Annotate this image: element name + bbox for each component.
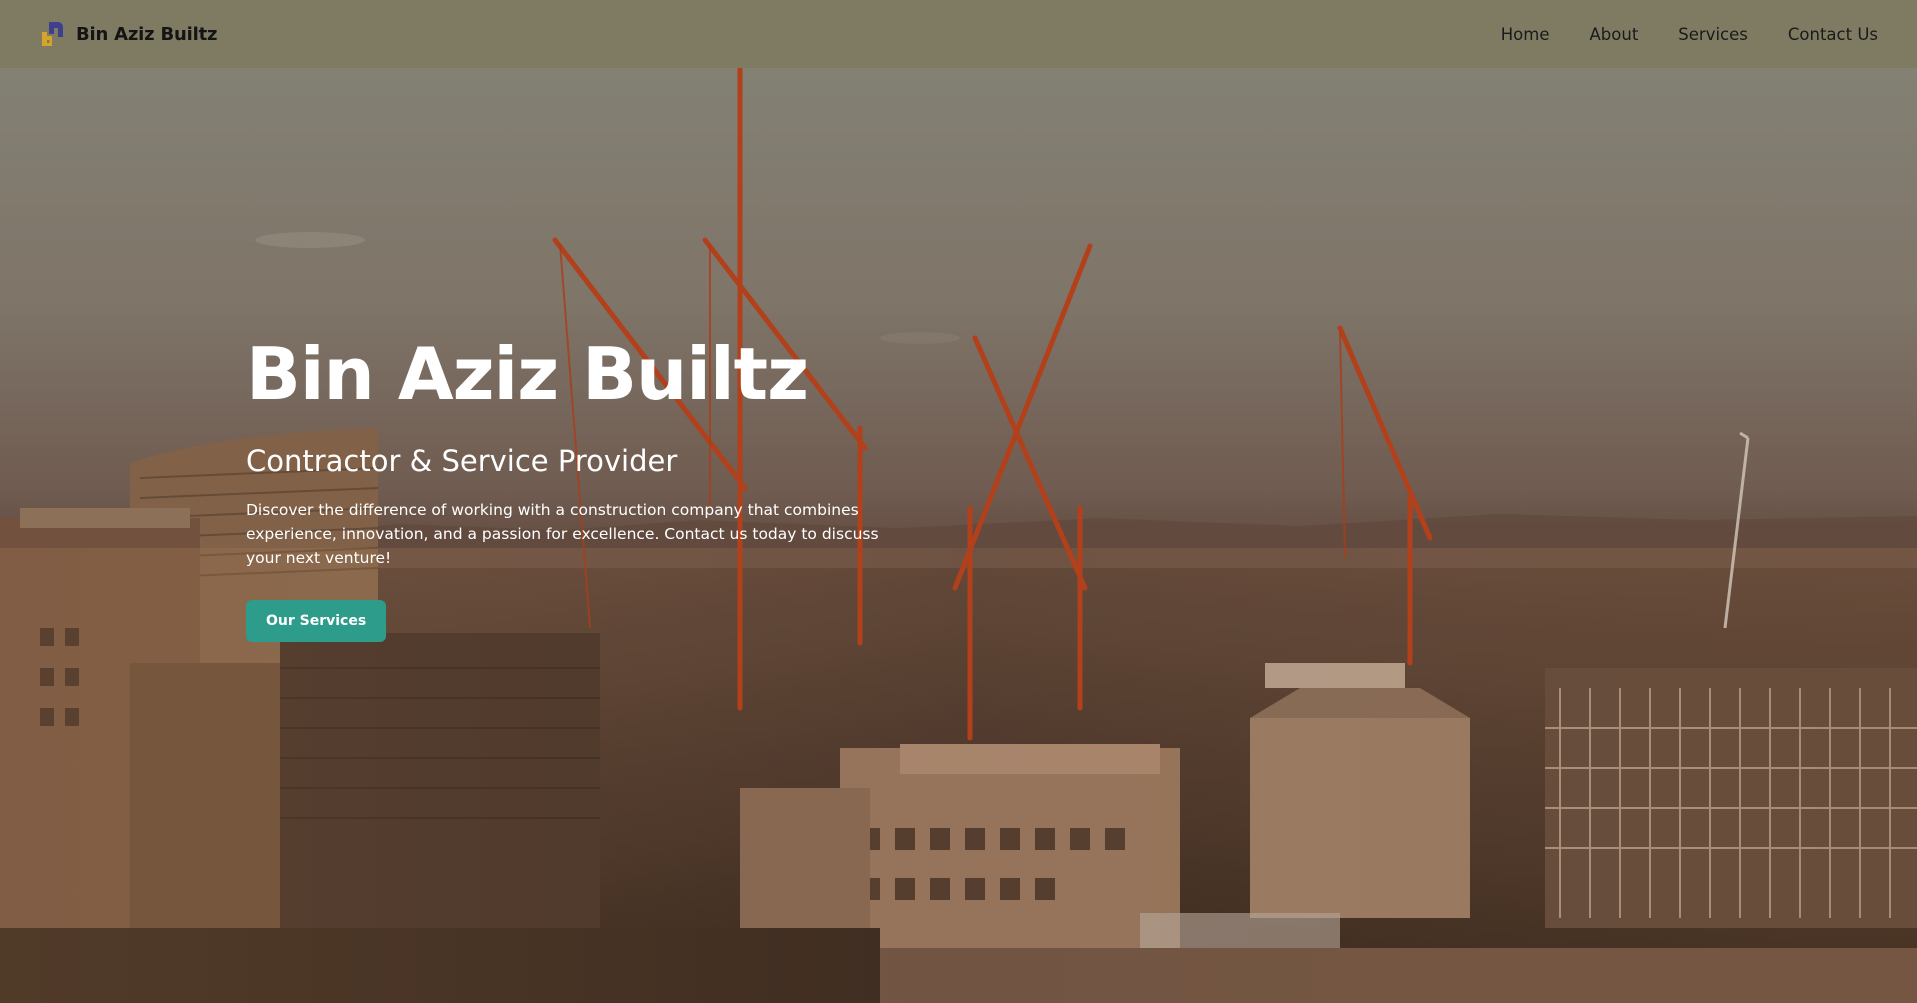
nav-link-services[interactable]: Services [1678,25,1748,44]
hero-description: Discover the difference of working with … [246,501,879,567]
top-navbar: Bin Aziz Builtz Home About Services Cont… [0,0,1917,68]
nav-links: Home About Services Contact Us [1501,25,1878,44]
hero-title: Bin Aziz Builtz [246,332,809,416]
nav-link-home[interactable]: Home [1501,25,1550,44]
brand[interactable]: Bin Aziz Builtz [38,18,217,50]
brand-logo-icon [42,22,63,46]
hero-content: Bin Aziz Builtz Contractor & Service Pro… [246,338,946,642]
hero-section: Bin Aziz Builtz Contractor & Service Pro… [0,68,1917,1003]
nav-link-contact[interactable]: Contact Us [1788,25,1878,44]
hero-subtitle: Contractor & Service Provider [246,444,678,478]
nav-link-about[interactable]: About [1590,25,1639,44]
brand-name: Bin Aziz Builtz [76,23,218,45]
our-services-button[interactable]: Our Services [246,600,387,642]
